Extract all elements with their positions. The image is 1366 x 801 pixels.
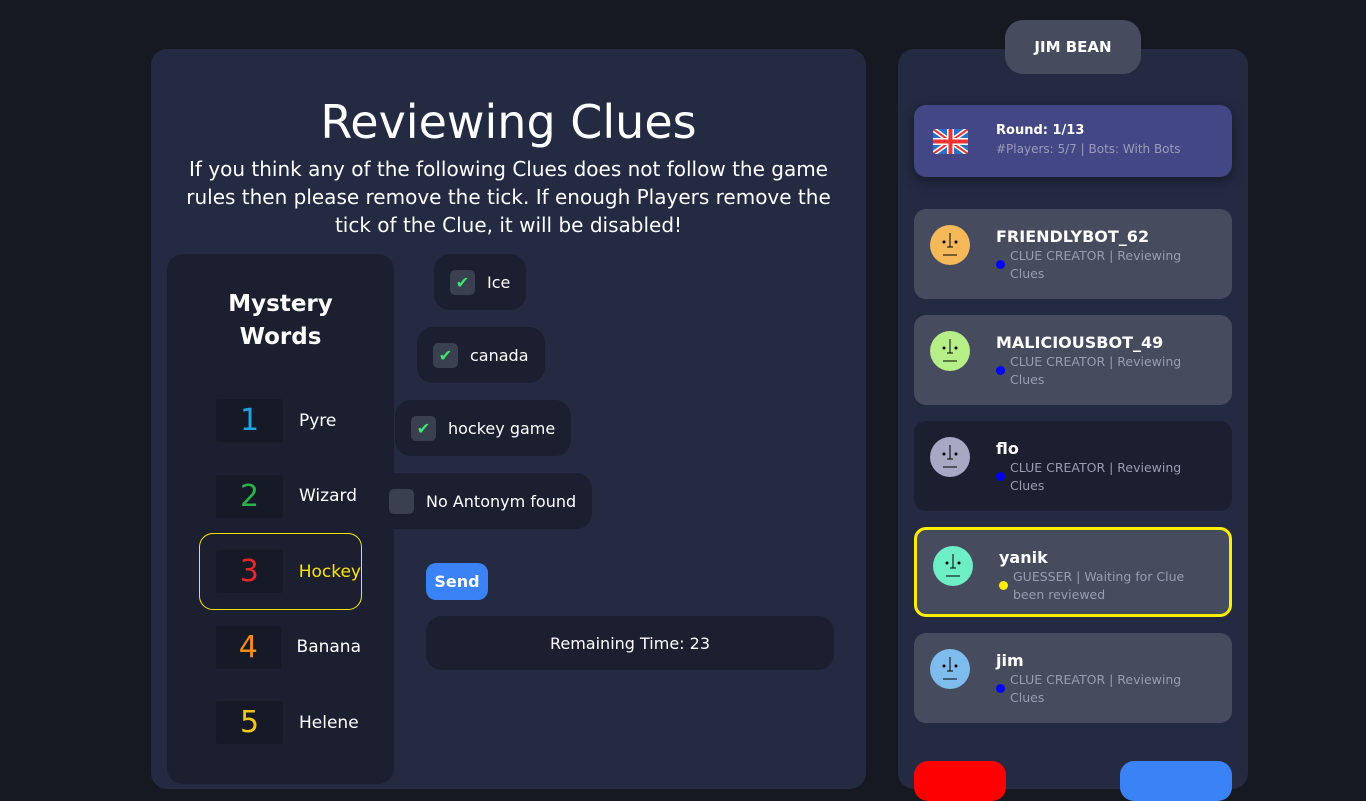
clue-item: ✔ Ice [434,254,527,310]
player-name: flo [996,439,1019,458]
clue-checkbox[interactable] [389,488,414,514]
player-card: yanik GUESSER | Waiting for Clue been re… [914,527,1232,617]
status-dot [996,684,1005,693]
word-label: Helene [299,712,359,733]
mystery-word-4[interactable]: 4 Banana [199,609,362,686]
player-status: CLUE CREATOR | Reviewing Clues [1010,460,1182,493]
instructions: If you think any of the following Clues … [186,157,831,237]
game-info: #Players: 5/7 | Bots: With Bots [996,142,1181,156]
clue-item: ✔ hockey game [395,400,572,456]
uk-flag-icon [933,129,968,154]
remaining-time: Remaining Time: 23 [426,616,834,670]
round-label: Round: 1/13 [996,123,1085,138]
status-dot [996,366,1005,375]
player-status: CLUE CREATOR | Reviewing Clues [1010,672,1182,705]
mystery-word-5[interactable]: 5 Helene [199,684,362,761]
player-status: GUESSER | Waiting for Clue been reviewed [1013,569,1185,602]
avatar [930,437,970,477]
clue-text: No Antonym found [426,491,577,511]
player-name: MALICIOUSBOT_49 [996,333,1164,352]
status-dot [996,260,1005,269]
round-info: Round: 1/13 #Players: 5/7 | Bots: With B… [914,105,1232,177]
player-status: CLUE CREATOR | Reviewing Clues [1010,248,1182,281]
clue-checkbox[interactable]: ✔ [433,342,458,368]
avatar [933,546,973,586]
mystery-words-title: Mystery Words [228,291,333,350]
page-title: Reviewing Clues [320,95,697,149]
avatar [930,331,970,371]
player-name: jim [996,651,1024,670]
avatar [930,649,970,689]
send-button[interactable]: Send [426,563,488,600]
player-card: MALICIOUSBOT_49 CLUE CREATOR | Reviewing… [914,315,1232,405]
status-dot [996,472,1005,481]
clue-text: Ice [487,272,511,292]
clue-item: ✔ canada [417,327,545,383]
clue-text: hockey game [448,418,556,438]
leave-button[interactable] [914,761,1006,801]
clue-checkbox[interactable]: ✔ [411,415,436,441]
word-label: Banana [296,637,361,657]
word-number: 5 [216,701,283,744]
clue-item: No Antonym found [373,473,593,529]
player-name: FRIENDLYBOT_62 [996,227,1150,246]
word-label: Pyre [299,410,337,431]
word-label: Wizard [299,486,357,506]
clue-checkbox[interactable]: ✔ [450,269,475,295]
player-name: yanik [999,548,1048,567]
review-panel: Reviewing Clues If you think any of the … [151,49,866,789]
avatar [930,225,970,265]
players-sidebar: Round: 1/13 #Players: 5/7 | Bots: With B… [898,49,1248,801]
player-card: flo CLUE CREATOR | Reviewing Clues [914,421,1232,511]
status-dot [999,581,1008,590]
word-number: 4 [216,625,281,669]
clue-text: canada [470,345,529,365]
player-card: jim CLUE CREATOR | Reviewing Clues [914,633,1232,723]
word-label: Hockey [298,561,361,582]
player-status: CLUE CREATOR | Reviewing Clues [1010,354,1182,387]
action-button[interactable] [1120,761,1232,801]
word-number: 2 [216,474,283,518]
word-number: 1 [216,399,283,442]
mystery-word-2[interactable]: 2 Wizard [199,458,362,535]
player-card: FRIENDLYBOT_62 CLUE CREATOR | Reviewing … [914,209,1232,299]
mystery-words-panel: Mystery Words 1 Pyre 2 Wizard 3 Hockey 4 Banana… [167,254,394,784]
mystery-word-3[interactable]: 3 Hockey [199,533,362,610]
mystery-word-1[interactable]: 1 Pyre [199,382,362,459]
word-number: 3 [216,550,283,593]
username-badge: JIM BEAN [1005,20,1141,74]
